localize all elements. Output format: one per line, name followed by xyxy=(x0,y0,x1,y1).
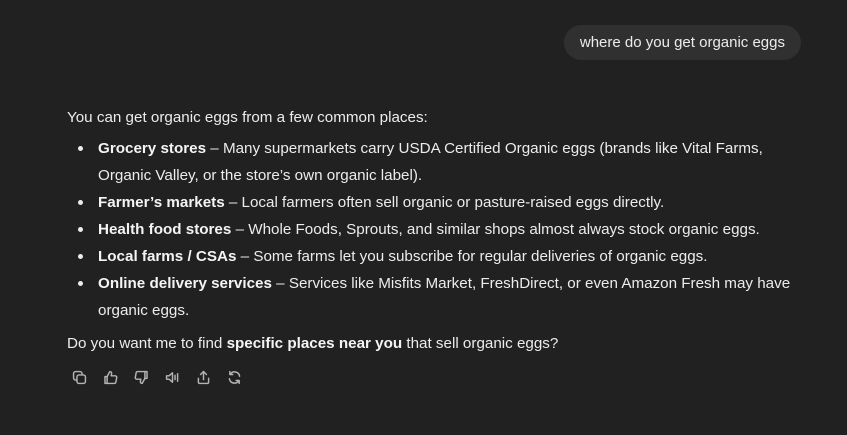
question-prefix: Do you want me to find xyxy=(67,335,227,352)
share-icon xyxy=(197,370,210,384)
list-item: Health food stores – Whole Foods, Sprout… xyxy=(78,216,807,243)
list-item-text: Whole Foods, Sprouts, and similar shops … xyxy=(248,221,760,238)
list-item: Grocery stores – Many supermarkets carry… xyxy=(78,135,807,189)
list-item-title: Health food stores xyxy=(98,221,232,238)
list-item-text: Some farms let you subscribe for regular… xyxy=(253,248,708,265)
thumbs-up-icon xyxy=(104,370,118,384)
list-item-title: Grocery stores xyxy=(98,140,207,157)
list-item-separator: – xyxy=(224,194,242,211)
list-item-separator: – xyxy=(231,221,249,238)
regenerate-button[interactable] xyxy=(222,366,247,388)
response-intro: You can get organic eggs from a few comm… xyxy=(67,109,428,126)
list-item-title: Online delivery services xyxy=(98,275,272,292)
assistant-message: You can get organic eggs from a few comm… xyxy=(67,104,807,357)
list-item: Farmer’s markets – Local farmers often s… xyxy=(78,189,807,216)
thumbs-down-button[interactable] xyxy=(129,366,154,388)
list-item-separator: – xyxy=(236,248,254,265)
list-item-title: Farmer’s markets xyxy=(98,194,225,211)
response-list: Grocery stores – Many supermarkets carry… xyxy=(67,135,807,324)
follow-up-question: Do you want me to find specific places n… xyxy=(67,330,807,357)
copy-button[interactable] xyxy=(67,366,92,388)
share-button[interactable] xyxy=(191,366,216,388)
chat-page: where do you get organic eggs You can ge… xyxy=(0,0,847,435)
list-item-separator: – xyxy=(271,275,289,292)
list-item-separator: – xyxy=(206,140,223,157)
question-suffix: that sell organic eggs? xyxy=(402,335,559,352)
copy-icon xyxy=(72,370,87,384)
message-actions xyxy=(67,366,247,388)
read-aloud-icon xyxy=(165,371,179,383)
thumbs-up-button[interactable] xyxy=(98,366,123,388)
user-message-bubble: where do you get organic eggs xyxy=(563,25,801,60)
regenerate-icon xyxy=(228,370,241,384)
question-bold: specific places near you xyxy=(226,335,403,352)
list-item-title: Local farms / CSAs xyxy=(98,248,237,265)
read-aloud-button[interactable] xyxy=(160,366,185,388)
list-item: Online delivery services – Services like… xyxy=(78,270,807,324)
thumbs-down-icon xyxy=(134,370,148,384)
list-item-text: Local farmers often sell organic or past… xyxy=(241,194,665,211)
list-item: Local farms / CSAs – Some farms let you … xyxy=(78,243,807,270)
